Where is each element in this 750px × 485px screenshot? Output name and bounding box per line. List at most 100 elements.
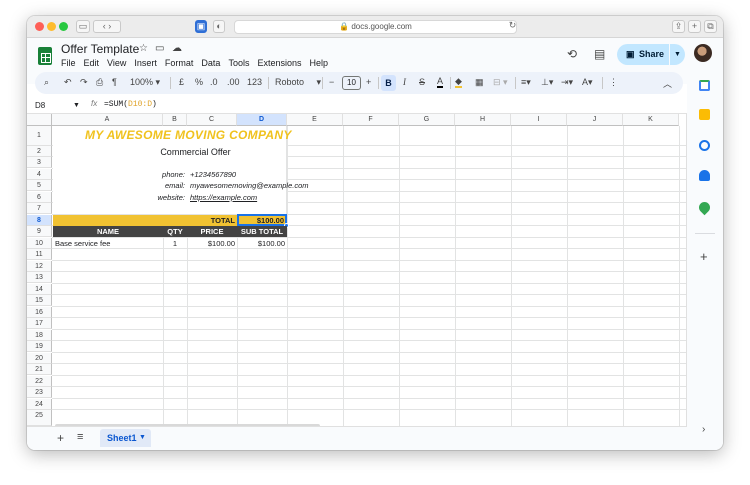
item-name[interactable]: Base service fee — [55, 238, 110, 249]
new-tab-icon[interactable]: + — [688, 20, 701, 33]
item-subtotal[interactable]: $100.00 — [237, 238, 285, 249]
total-value-cell[interactable]: $100.00 — [237, 214, 287, 226]
menu-data[interactable]: Data — [201, 58, 220, 68]
borders-icon[interactable]: ▦ — [475, 77, 484, 88]
menu-format[interactable]: Format — [165, 58, 194, 68]
column-header-c[interactable]: C — [187, 114, 237, 126]
row-header[interactable]: 8 — [27, 215, 52, 226]
row-header[interactable]: 19 — [27, 341, 52, 352]
row-header[interactable]: 17 — [27, 318, 52, 329]
bold-button[interactable]: B — [381, 75, 396, 91]
fill-color-icon[interactable]: ◆ — [455, 77, 462, 88]
website-value[interactable]: https://example.com — [190, 192, 257, 203]
header-qty[interactable]: QTY — [163, 226, 187, 237]
tab-overview-icon[interactable]: ⧉ — [704, 20, 717, 33]
row-header[interactable]: 5 — [27, 180, 52, 191]
row-header[interactable]: 18 — [27, 330, 52, 341]
decrease-decimal-button[interactable]: .0 — [210, 77, 218, 87]
row-header[interactable]: 11 — [27, 249, 52, 260]
keep-icon[interactable] — [699, 109, 710, 120]
privacy-icon[interactable]: ◐ — [213, 20, 225, 33]
row-header[interactable]: 16 — [27, 307, 52, 318]
email-value[interactable]: myawesomemoving@example.com — [190, 180, 309, 191]
vertical-align-icon[interactable]: ⊥▾ — [541, 77, 553, 88]
all-sheets-icon[interactable]: ≡ — [77, 431, 83, 443]
italic-button[interactable]: I — [403, 77, 406, 87]
formula-input[interactable]: =SUM(D10:D) — [104, 100, 157, 109]
row-header[interactable]: 13 — [27, 272, 52, 283]
share-dropdown-icon[interactable]: ▼ — [669, 44, 685, 65]
name-box[interactable]: D8 ▼ — [35, 99, 83, 112]
header-price[interactable]: PRICE — [187, 226, 237, 237]
merge-cells-icon[interactable]: ⊟ ▾ — [493, 77, 508, 88]
row-header[interactable]: 1 — [27, 126, 52, 146]
company-name[interactable]: MY AWESOME MOVING COMPANY — [85, 128, 292, 142]
add-sheet-icon[interactable]: + — [57, 431, 64, 445]
font-select[interactable]: Roboto ▾ — [275, 77, 321, 88]
avatar[interactable] — [694, 44, 712, 62]
decrease-font-size-icon[interactable]: − — [329, 77, 334, 87]
zoom-window-button[interactable] — [59, 22, 68, 31]
website-label[interactable]: website: — [53, 192, 185, 203]
row-header[interactable]: 24 — [27, 399, 52, 410]
horizontal-align-icon[interactable]: ≡▾ — [521, 77, 531, 88]
back-forward-buttons[interactable]: ‹ › — [93, 20, 121, 33]
column-header-d[interactable]: D — [237, 114, 287, 126]
font-size-input[interactable]: 10 — [342, 76, 361, 90]
column-header-g[interactable]: G — [399, 114, 455, 126]
reload-icon[interactable]: ↻ — [507, 20, 518, 33]
strikethrough-icon[interactable]: S — [419, 77, 425, 87]
row-header[interactable]: 7 — [27, 203, 52, 214]
share-page-icon[interactable]: ⇪ — [672, 20, 685, 33]
phone-label[interactable]: phone: — [53, 169, 185, 180]
contacts-icon[interactable] — [699, 170, 710, 181]
print-icon[interactable]: ⎙ — [96, 77, 103, 88]
search-menus-icon[interactable]: ⌕ — [44, 77, 49, 88]
row-header[interactable]: 12 — [27, 261, 52, 272]
text-wrapping-icon[interactable]: ⇥▾ — [561, 77, 573, 88]
row-header[interactable]: 25 — [27, 410, 52, 426]
name-box-dropdown-icon[interactable]: ▼ — [73, 99, 80, 112]
comments-icon[interactable]: ▤ — [594, 47, 605, 61]
move-folder-icon[interactable]: ▭ — [155, 43, 164, 54]
menu-extensions[interactable]: Extensions — [257, 58, 301, 68]
offer-subtitle[interactable]: Commercial Offer — [53, 146, 338, 157]
sheets-logo-icon[interactable] — [38, 47, 52, 65]
minimize-window-button[interactable] — [47, 22, 56, 31]
phone-value[interactable]: +1234567890 — [190, 169, 236, 180]
column-header-f[interactable]: F — [343, 114, 399, 126]
row-header[interactable]: 9 — [27, 226, 52, 237]
version-history-icon[interactable]: ⟲ — [567, 47, 577, 61]
text-color-button[interactable]: A — [437, 77, 444, 88]
row-header[interactable]: 3 — [27, 157, 52, 168]
select-all-corner[interactable] — [27, 114, 52, 126]
more-formats-button[interactable]: 123 — [247, 77, 262, 87]
row-header[interactable]: 21 — [27, 364, 52, 375]
currency-format-button[interactable]: £ — [179, 77, 184, 87]
row-header[interactable]: 10 — [27, 238, 52, 249]
row-header[interactable]: 14 — [27, 284, 52, 295]
increase-decimal-button[interactable]: .00 — [227, 77, 240, 87]
text-rotation-icon[interactable]: A▾ — [582, 77, 593, 88]
percent-format-button[interactable]: % — [195, 77, 203, 87]
increase-font-size-icon[interactable]: + — [366, 77, 371, 87]
collapse-menus-icon[interactable]: ︿ — [663, 77, 672, 90]
expand-panel-icon[interactable]: › — [702, 424, 705, 435]
column-header-k[interactable]: K — [623, 114, 679, 126]
header-subtotal[interactable]: SUB TOTAL — [237, 226, 287, 237]
column-header-b[interactable]: B — [163, 114, 187, 126]
row-header[interactable]: 20 — [27, 353, 52, 364]
row-header[interactable]: 15 — [27, 295, 52, 306]
redo-icon[interactable]: ↷ — [80, 77, 88, 88]
item-price[interactable]: $100.00 — [187, 238, 235, 249]
sheet-tab-dropdown-icon[interactable]: ▼ — [139, 429, 146, 447]
undo-icon[interactable]: ↶ — [64, 77, 72, 88]
zoom-select[interactable]: 100% ▾ — [130, 77, 160, 88]
column-header-h[interactable]: H — [455, 114, 511, 126]
cloud-status-icon[interactable]: ☁ — [172, 43, 182, 54]
menu-tools[interactable]: Tools — [228, 58, 249, 68]
item-qty[interactable]: 1 — [163, 238, 187, 249]
sidebar-icon[interactable]: ▭ — [76, 20, 90, 33]
row-header[interactable]: 23 — [27, 387, 52, 398]
menu-edit[interactable]: Edit — [84, 58, 100, 68]
